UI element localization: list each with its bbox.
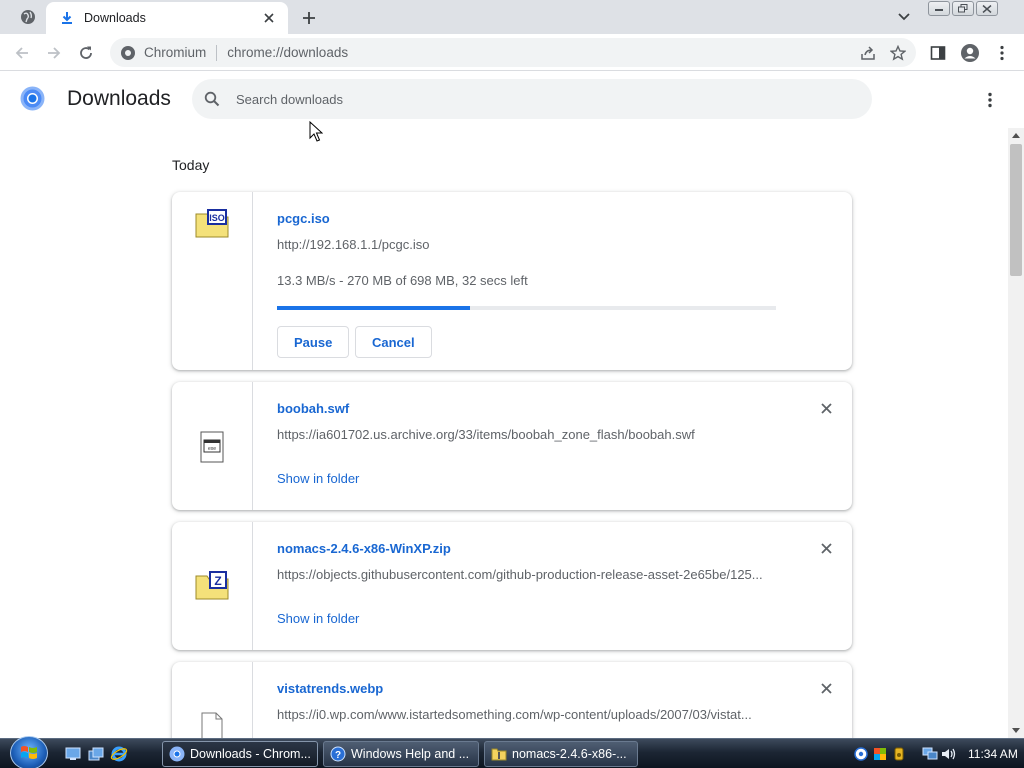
network-globe-icon[interactable]: [853, 746, 869, 762]
svg-text:Z: Z: [214, 574, 221, 588]
taskbar-item-downloads[interactable]: Downloads - Chrom...: [162, 741, 318, 767]
download-icon: [60, 11, 74, 25]
show-in-folder-link[interactable]: Show in folder: [277, 611, 359, 626]
iso-file-icon: ISO: [195, 208, 229, 370]
site-chip-label: Chromium: [144, 45, 207, 60]
url-text[interactable]: chrome://downloads: [227, 45, 856, 60]
download-progress-bar: [277, 306, 776, 310]
taskbar-item-label: Windows Help and ...: [351, 747, 470, 761]
zip-folder-icon: [491, 746, 507, 762]
downloads-header: Downloads: [0, 72, 1024, 128]
download-status: 13.3 MB/s - 270 MB of 698 MB, 32 secs le…: [277, 273, 528, 288]
source-url[interactable]: https://ia601702.us.archive.org/33/items…: [277, 427, 695, 442]
file-icon-column: ISO: [172, 192, 253, 370]
search-downloads-box[interactable]: [192, 79, 872, 119]
volume-icon[interactable]: [941, 746, 957, 762]
scroll-up-arrow-icon[interactable]: [1008, 128, 1024, 142]
file-icon-column: exe: [172, 382, 253, 510]
generic-file-icon: [200, 712, 224, 738]
tab-downloads[interactable]: Downloads: [46, 2, 288, 34]
source-url[interactable]: http://192.168.1.1/pcgc.iso: [277, 237, 430, 252]
tab-strip: Downloads: [0, 0, 1024, 34]
chromium-icon: [169, 746, 185, 762]
remove-item-icon[interactable]: [816, 538, 836, 558]
new-tab-button[interactable]: [298, 7, 320, 29]
scrollbar-thumb[interactable]: [1010, 144, 1022, 276]
chromium-icon: [120, 45, 136, 61]
address-bar[interactable]: Chromium chrome://downloads: [110, 38, 916, 67]
source-url[interactable]: https://i0.wp.com/www.istartedsomething.…: [277, 707, 752, 722]
taskbar-item-windows-help[interactable]: ? Windows Help and ...: [323, 741, 479, 767]
network-icon[interactable]: [922, 746, 938, 762]
file-name-link[interactable]: boobah.swf: [277, 401, 349, 416]
remove-item-icon[interactable]: [816, 398, 836, 418]
minimize-button[interactable]: [928, 1, 950, 16]
downloads-list: Today ISO pcgc.iso http://192.168.1.1/pc…: [0, 128, 1008, 738]
file-name-link[interactable]: vistatrends.webp: [277, 681, 383, 696]
date-group-label: Today: [172, 157, 210, 173]
vertical-scrollbar[interactable]: [1008, 128, 1024, 738]
chevron-down-icon[interactable]: [894, 9, 914, 25]
download-item: exe boobah.swf https://ia601702.us.archi…: [172, 382, 852, 510]
back-button[interactable]: [10, 41, 34, 65]
side-panel-icon[interactable]: [926, 41, 950, 65]
source-url[interactable]: https://objects.githubusercontent.com/gi…: [277, 567, 763, 582]
scroll-down-arrow-icon[interactable]: [1008, 723, 1024, 737]
restore-button[interactable]: [952, 1, 974, 16]
download-item: vistatrends.webp https://i0.wp.com/www.i…: [172, 662, 852, 738]
globe-icon[interactable]: [14, 6, 42, 28]
swf-file-icon: exe: [199, 431, 225, 510]
search-icon: [204, 91, 220, 107]
svg-text:ISO: ISO: [209, 213, 225, 223]
show-in-folder-link[interactable]: Show in folder: [277, 471, 359, 486]
remove-item-icon[interactable]: [816, 678, 836, 698]
progress-fill: [277, 306, 471, 310]
start-button[interactable]: [10, 736, 48, 768]
audio-device-icon[interactable]: [891, 746, 907, 762]
search-downloads-input[interactable]: [236, 91, 836, 107]
cancel-button[interactable]: Cancel: [355, 326, 432, 358]
browser-toolbar: Chromium chrome://downloads: [0, 34, 1024, 71]
taskbar-item-nomacs-folder[interactable]: nomacs-2.4.6-x86-...: [484, 741, 638, 767]
switch-windows-icon[interactable]: [87, 745, 105, 763]
windows-taskbar: Downloads - Chrom... ? Windows Help and …: [0, 736, 1024, 768]
taskbar-item-label: nomacs-2.4.6-x86-...: [512, 747, 627, 761]
system-tray: 11:34 AM: [853, 741, 1024, 767]
more-actions-icon[interactable]: [978, 88, 1002, 112]
zip-file-icon: Z: [195, 570, 229, 650]
close-tab-icon[interactable]: [260, 9, 278, 27]
page-title: Downloads: [67, 87, 171, 110]
close-window-button[interactable]: [976, 1, 998, 16]
file-name-link[interactable]: pcgc.iso: [277, 211, 330, 226]
mouse-pointer-icon: [309, 120, 324, 143]
internet-explorer-icon[interactable]: [110, 745, 128, 763]
download-item: Z nomacs-2.4.6-x86-WinXP.zip https://obj…: [172, 522, 852, 650]
svg-text:exe: exe: [208, 446, 216, 452]
omnibox-divider: [216, 44, 218, 61]
chromium-logo-icon: [20, 86, 45, 111]
file-name-link[interactable]: nomacs-2.4.6-x86-WinXP.zip: [277, 541, 451, 556]
taskbar-item-label: Downloads - Chrom...: [190, 747, 311, 761]
bookmark-star-icon[interactable]: [886, 41, 910, 65]
reload-button[interactable]: [74, 41, 98, 65]
forward-button[interactable]: [42, 41, 66, 65]
svg-text:?: ?: [335, 750, 341, 761]
help-icon: ?: [330, 746, 346, 762]
taskbar-clock[interactable]: 11:34 AM: [968, 747, 1018, 761]
file-icon-column: [172, 662, 253, 738]
show-desktop-icon[interactable]: [64, 745, 82, 763]
browser-menu-icon[interactable]: [990, 41, 1014, 65]
profile-avatar-icon[interactable]: [958, 41, 982, 65]
window-controls: [928, 1, 998, 16]
tab-title: Downloads: [84, 11, 146, 25]
security-center-icon[interactable]: [872, 746, 888, 762]
share-icon[interactable]: [856, 41, 880, 65]
file-icon-column: Z: [172, 522, 253, 650]
download-item: ISO pcgc.iso http://192.168.1.1/pcgc.iso…: [172, 192, 852, 370]
pause-button[interactable]: Pause: [277, 326, 350, 358]
